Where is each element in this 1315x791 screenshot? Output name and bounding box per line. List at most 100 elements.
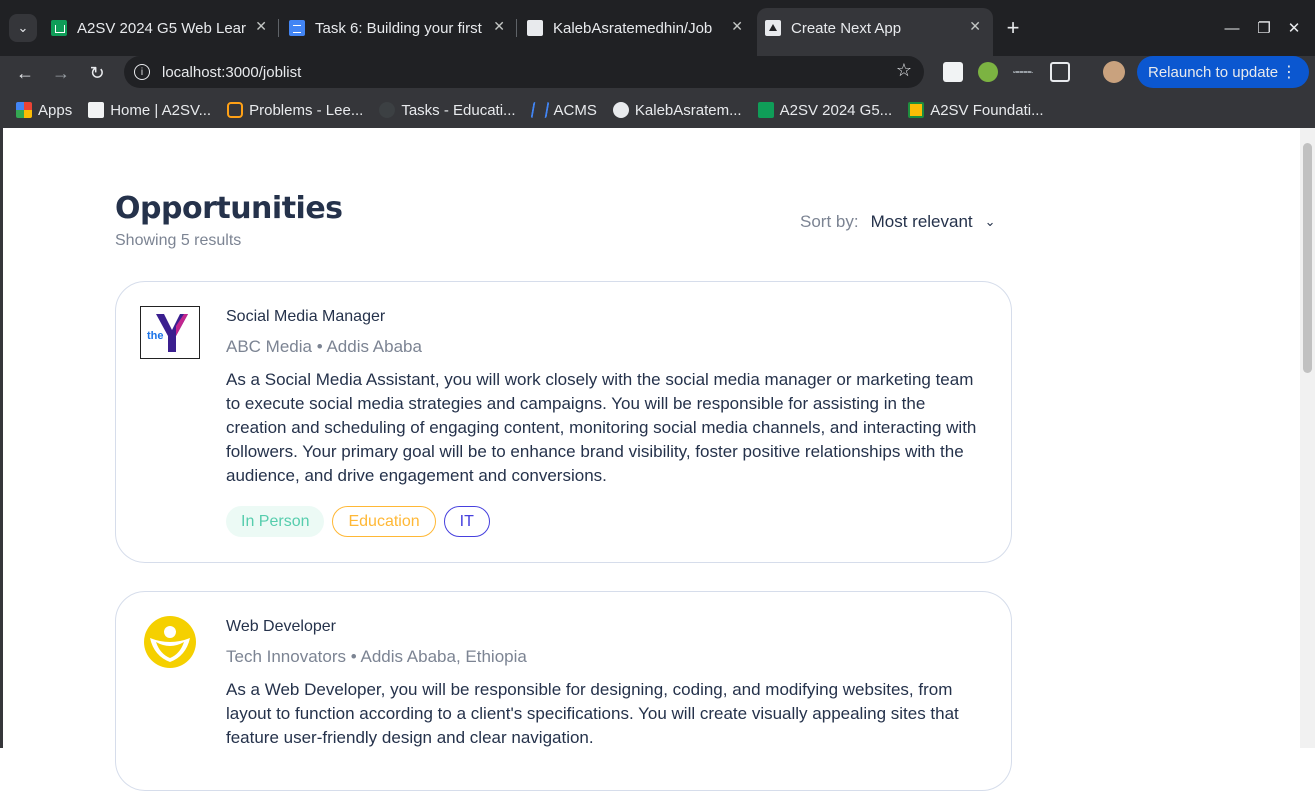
bookmark-github[interactable]: KalebAsratem...	[612, 101, 742, 119]
close-icon[interactable]: ✕	[255, 18, 267, 35]
plus-icon: +	[1006, 15, 1020, 40]
tasks-icon	[379, 102, 396, 118]
github-icon	[527, 20, 543, 36]
company-logo: the	[139, 305, 201, 360]
job-description: As a Social Media Assistant, you will wo…	[226, 370, 977, 485]
meta-separator: •	[350, 647, 357, 666]
arrow-right-icon: →	[52, 62, 70, 83]
close-icon[interactable]: ✕	[731, 18, 743, 35]
sort-label: Sort by:	[800, 212, 859, 231]
reload-button[interactable]: ↻	[82, 58, 112, 88]
minimize-icon: —	[1224, 19, 1240, 37]
page-title: Opportunities	[115, 191, 343, 226]
bookmark-label: A2SV 2024 G5...	[779, 101, 893, 119]
nextjs-icon	[765, 20, 781, 36]
tab-divider	[516, 19, 517, 37]
job-company-location: ABC Media • Addis Ababa	[226, 337, 422, 357]
arrow-left-icon: ←	[16, 62, 34, 83]
bookmark-leetcode[interactable]: Problems - Lee...	[227, 102, 363, 119]
google-sheets-icon	[757, 102, 774, 118]
bookmark-star-icon[interactable]: ☆	[896, 60, 912, 81]
forward-button[interactable]: →	[46, 58, 76, 88]
meta-separator: •	[316, 337, 323, 356]
bookmark-label: Home | A2SV...	[110, 101, 212, 119]
browser-toolbar: ← → ↻ i localhost:3000/joblist ☆ Relaunc…	[0, 56, 1315, 92]
job-location: Addis Ababa	[326, 337, 422, 356]
tab-title: Create Next App	[791, 19, 902, 37]
tab-title: KalebAsratemedhin/Job	[553, 19, 713, 37]
apps-grid-icon	[16, 102, 32, 118]
job-card[interactable]: Web Developer Tech Innovators • Addis Ab…	[115, 591, 1012, 791]
new-tab-button[interactable]: +	[999, 14, 1027, 42]
job-tags: In Person Education IT	[226, 506, 490, 537]
bookmark-label: Apps	[38, 101, 73, 119]
tab-bar: ⌄ A2SV 2024 G5 Web Lear ✕ Task 6: Buildi…	[0, 0, 1315, 56]
bookmark-label: A2SV Foundati...	[930, 101, 1044, 119]
address-bar[interactable]: i localhost:3000/joblist ☆	[124, 56, 924, 88]
google-classroom-icon	[908, 102, 925, 118]
google-sheets-icon	[51, 20, 67, 36]
job-location: Addis Ababa, Ethiopia	[360, 647, 527, 666]
bookmark-label: Tasks - Educati...	[401, 101, 516, 119]
bookmark-label: Problems - Lee...	[249, 101, 364, 119]
acms-icon	[530, 102, 549, 118]
google-docs-icon	[289, 20, 305, 36]
logo-text: the	[147, 330, 164, 342]
job-title: Social Media Manager	[226, 308, 386, 325]
tab-search-button[interactable]: ⌄	[9, 14, 37, 42]
reload-icon: ↻	[89, 62, 105, 83]
close-icon[interactable]: ✕	[969, 18, 981, 35]
back-button[interactable]: ←	[10, 58, 40, 88]
page-scrollbar[interactable]	[1300, 128, 1315, 748]
maximize-button[interactable]: ❐	[1254, 16, 1274, 40]
tab-github-repo[interactable]: KalebAsratemedhin/Job ✕	[527, 14, 753, 42]
tag-education: Education	[332, 506, 436, 537]
bookmark-a2sv-foundation[interactable]: A2SV Foundati...	[908, 101, 1044, 119]
extension-dots-icon[interactable]	[1013, 71, 1033, 73]
job-company: Tech Innovators	[226, 647, 347, 666]
tab-a2sv-sheet[interactable]: A2SV 2024 G5 Web Lear ✕	[51, 14, 277, 42]
tab-task6-doc[interactable]: Task 6: Building your first ✕	[289, 14, 515, 42]
tag-in-person: In Person	[226, 506, 325, 537]
github-icon	[612, 102, 629, 118]
job-company-location: Tech Innovators • Addis Ababa, Ethiopia	[226, 647, 527, 667]
extensions-puzzle-icon[interactable]	[1050, 62, 1070, 82]
bookmark-a2sv-sheet[interactable]: A2SV 2024 G5...	[757, 101, 893, 119]
sort-select[interactable]: Most relevant	[871, 212, 973, 232]
close-icon[interactable]: ✕	[493, 18, 505, 35]
minimize-button[interactable]: —	[1222, 16, 1242, 40]
more-vert-icon[interactable]: ⋮	[1281, 62, 1297, 82]
relaunch-label: Relaunch to update	[1148, 63, 1279, 81]
job-card[interactable]: the Social Media Manager ABC Media • Add…	[115, 281, 1012, 563]
extension-icon[interactable]	[943, 62, 963, 82]
browser-chrome: ⌄ A2SV 2024 G5 Web Lear ✕ Task 6: Buildi…	[0, 0, 1315, 128]
a2sv-icon	[88, 102, 105, 118]
bookmark-tasks[interactable]: Tasks - Educati...	[379, 101, 516, 119]
job-description: As a Web Developer, you will be responsi…	[226, 680, 959, 747]
info-icon[interactable]: i	[134, 64, 150, 80]
tab-title: A2SV 2024 G5 Web Lear	[77, 19, 246, 37]
company-logo	[140, 616, 200, 669]
results-count: Showing 5 results	[115, 232, 242, 249]
chevron-down-icon: ⌄	[17, 20, 29, 35]
close-window-button[interactable]: ✕	[1284, 16, 1304, 40]
bookmarks-bar: Apps Home | A2SV... Problems - Lee... Ta…	[0, 92, 1315, 128]
scrollbar-thumb[interactable]	[1303, 143, 1312, 373]
profile-avatar[interactable]	[1103, 61, 1125, 83]
chevron-down-icon[interactable]: ⌄	[985, 214, 996, 230]
bookmark-label: ACMS	[553, 101, 597, 119]
bookmark-label: KalebAsratem...	[634, 101, 742, 119]
sort-control[interactable]: Sort by: Most relevant ⌄	[800, 212, 996, 232]
job-title: Web Developer	[226, 618, 336, 635]
leetcode-icon	[227, 102, 244, 118]
bookmark-apps[interactable]: Apps	[16, 102, 72, 119]
bookmark-a2sv-home[interactable]: Home | A2SV...	[88, 102, 211, 119]
relaunch-button[interactable]: Relaunch to update ⋮	[1137, 56, 1309, 88]
url-text: localhost:3000/joblist	[162, 63, 302, 81]
tab-create-next-app[interactable]: Create Next App ✕	[765, 14, 991, 42]
extension-plus-icon[interactable]	[978, 62, 998, 82]
restore-icon: ❐	[1257, 20, 1271, 37]
tab-title: Task 6: Building your first	[315, 19, 482, 37]
bookmark-acms[interactable]: ACMS	[530, 101, 597, 119]
tab-divider	[278, 19, 279, 37]
